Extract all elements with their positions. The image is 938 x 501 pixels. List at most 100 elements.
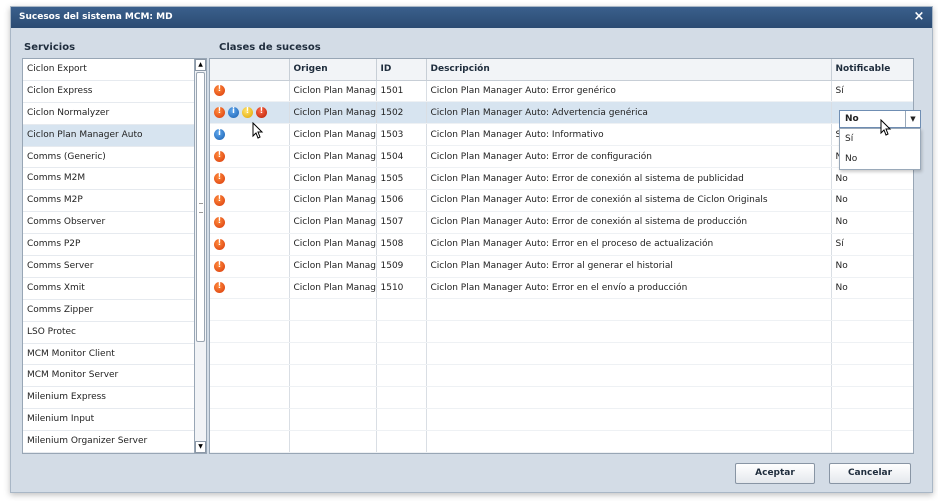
scroll-down-button[interactable]: ▼ xyxy=(195,441,206,453)
critical-icon[interactable] xyxy=(256,106,267,119)
service-list-item[interactable]: MCM Monitor Server xyxy=(23,365,194,388)
error-icon xyxy=(214,216,225,228)
service-list-item[interactable]: Milenium Input xyxy=(23,409,194,432)
empty-cell xyxy=(831,386,913,409)
empty-cell xyxy=(289,342,377,366)
service-list-item[interactable]: Comms Server xyxy=(23,256,194,278)
empty-cell xyxy=(376,408,427,431)
empty-cell xyxy=(426,364,832,387)
event-description-cell: Ciclon Plan Manager Auto: Error al gener… xyxy=(426,255,832,278)
cancel-button[interactable]: Cancelar xyxy=(829,463,911,484)
services-list[interactable]: Ciclon Export Ciclon Express Ciclon Normal… xyxy=(22,58,195,454)
table-row[interactable]: Ciclon Plan Manag1506Ciclon Plan Manager… xyxy=(210,189,913,212)
table-row[interactable]: Ciclon Plan Manag1505Ciclon Plan Manager… xyxy=(210,167,913,190)
empty-cell xyxy=(831,452,913,453)
service-list-item[interactable]: Ciclon Express xyxy=(23,81,194,103)
event-description-cell: Ciclon Plan Manager Auto: Error de conex… xyxy=(426,167,832,190)
table-row[interactable]: Ciclon Plan Manag1508Ciclon Plan Manager… xyxy=(210,233,913,256)
service-list-item[interactable]: Comms Xmit xyxy=(23,278,194,300)
event-origin-cell: Ciclon Plan Manag xyxy=(289,277,377,300)
col-header-notify[interactable]: Notificable xyxy=(831,59,913,81)
services-scrollbar[interactable]: ▲ ▼ xyxy=(195,58,207,454)
error-icon[interactable] xyxy=(214,106,225,119)
service-list-item[interactable]: Ciclon Normalyzer xyxy=(23,103,194,125)
services-heading: Servicios xyxy=(24,42,76,53)
event-id-cell: 1505 xyxy=(376,167,427,190)
event-origin-cell: Ciclon Plan Manag xyxy=(289,80,377,103)
empty-cell xyxy=(289,430,377,453)
event-id-cell: 1509 xyxy=(376,255,427,278)
table-row[interactable]: Ciclon Plan Manag1509Ciclon Plan Manager… xyxy=(210,255,913,278)
service-list-item[interactable]: Comms Zipper xyxy=(23,300,194,322)
empty-cell xyxy=(831,320,913,344)
event-id-cell: 1501 xyxy=(376,80,427,103)
scroll-up-button[interactable]: ▲ xyxy=(195,59,206,71)
error-icon xyxy=(214,281,225,294)
notify-dropdown-value: No xyxy=(845,114,859,124)
event-icon-cell xyxy=(210,277,290,300)
service-list-item[interactable]: LSO Protec xyxy=(23,322,194,344)
col-header-description[interactable]: Descripción xyxy=(426,59,832,81)
col-header-icon[interactable] xyxy=(210,59,290,81)
service-list-item[interactable]: MCM Monitor Client xyxy=(23,344,194,366)
info-icon[interactable] xyxy=(228,106,239,119)
close-icon[interactable]: × xyxy=(912,9,926,25)
table-header-row: Origen ID Descripción Notificable xyxy=(210,59,913,81)
warning-icon[interactable] xyxy=(242,106,253,119)
empty-cell xyxy=(376,430,427,453)
event-id-cell: 1504 xyxy=(376,145,427,169)
table-row[interactable]: Ciclon Plan Manag1507Ciclon Plan Manager… xyxy=(210,211,913,234)
service-list-item[interactable]: Comms M2P xyxy=(23,190,194,213)
event-icon-cell xyxy=(210,233,290,256)
chevron-down-icon[interactable]: ▼ xyxy=(905,111,920,127)
event-notify-cell: Sí xyxy=(831,233,913,256)
empty-table-row xyxy=(210,342,913,366)
event-icon-cell xyxy=(210,123,290,147)
event-description-cell: Ciclon Plan Manager Auto: Error en el en… xyxy=(426,277,832,300)
error-icon xyxy=(214,150,225,163)
empty-cell xyxy=(210,386,290,409)
table-row[interactable]: Ciclon Plan Manag1502Ciclon Plan Manager… xyxy=(210,101,913,125)
empty-table-row xyxy=(210,452,913,453)
service-list-item[interactable]: Milenium Express xyxy=(23,387,194,410)
event-description-cell: Ciclon Plan Manager Auto: Error en el pr… xyxy=(426,233,832,256)
empty-table-row xyxy=(210,298,913,322)
empty-cell xyxy=(289,452,377,453)
event-origin-cell: Ciclon Plan Manag xyxy=(289,233,377,256)
event-icon-cell xyxy=(210,211,290,234)
service-list-item[interactable]: Milenium Organizer Server xyxy=(23,431,194,453)
service-list-item[interactable]: Comms P2P xyxy=(23,234,194,257)
event-icon-cell xyxy=(210,145,290,169)
empty-table-row xyxy=(210,320,913,344)
event-id-cell: 1506 xyxy=(376,189,427,212)
event-id-cell: 1510 xyxy=(376,277,427,300)
table-row[interactable]: Ciclon Plan Manag1503Ciclon Plan Manager… xyxy=(210,123,913,147)
dropdown-option-no[interactable]: No xyxy=(840,149,920,169)
service-list-item[interactable]: Comms (Generic) xyxy=(23,147,194,169)
service-list-item[interactable]: Comms M2M xyxy=(23,168,194,191)
empty-cell xyxy=(210,320,290,344)
dialog-title: Sucesos del sistema MCM: MD xyxy=(19,12,173,22)
scroll-thumb[interactable] xyxy=(196,72,205,342)
event-description-cell: Ciclon Plan Manager Auto: Error genérico xyxy=(426,80,832,103)
empty-cell xyxy=(289,408,377,431)
event-id-cell: 1508 xyxy=(376,233,427,256)
event-classes-heading: Clases de sucesos xyxy=(219,42,321,53)
col-header-origin[interactable]: Origen xyxy=(289,59,377,81)
event-description-cell: Ciclon Plan Manager Auto: Error de conex… xyxy=(426,189,832,212)
table-row[interactable]: Ciclon Plan Manag1501Ciclon Plan Manager… xyxy=(210,80,913,103)
service-list-item[interactable]: Comms Observer xyxy=(23,212,194,235)
table-row[interactable]: Ciclon Plan Manag1510Ciclon Plan Manager… xyxy=(210,277,913,300)
event-description-cell: Ciclon Plan Manager Auto: Informativo xyxy=(426,123,832,147)
error-icon xyxy=(214,84,225,97)
empty-cell xyxy=(376,386,427,409)
info-icon xyxy=(214,128,225,141)
empty-table-row xyxy=(210,430,913,453)
accept-button[interactable]: Aceptar xyxy=(735,463,815,484)
table-row[interactable]: Ciclon Plan Manag1504Ciclon Plan Manager… xyxy=(210,145,913,169)
empty-cell xyxy=(831,298,913,322)
service-list-item[interactable]: Ciclon Plan Manager Auto xyxy=(23,124,194,147)
error-icon xyxy=(214,238,225,250)
service-list-item[interactable]: Ciclon Export xyxy=(23,59,194,81)
col-header-id[interactable]: ID xyxy=(376,59,427,81)
